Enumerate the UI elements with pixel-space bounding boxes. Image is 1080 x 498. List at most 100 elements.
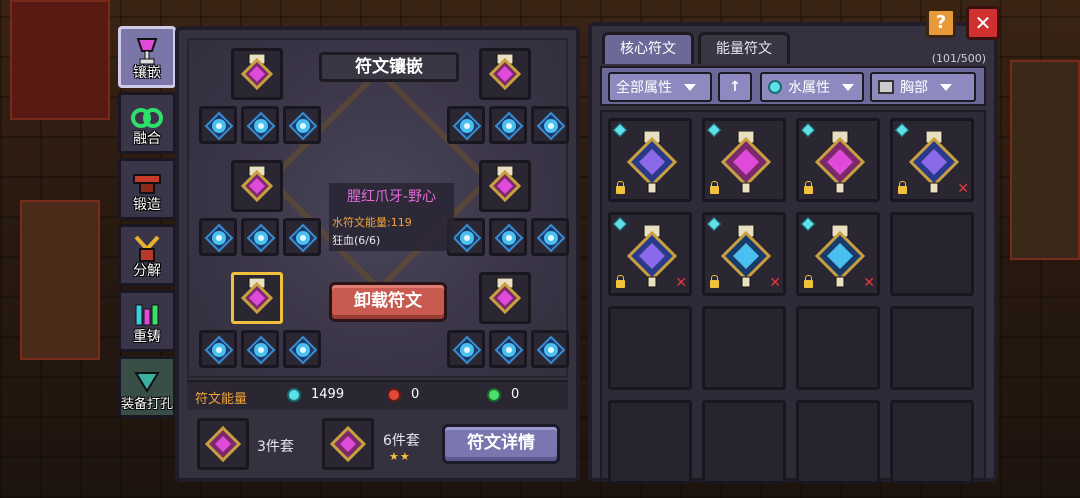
background-decor (1010, 60, 1080, 260)
tab-core-runes[interactable]: 核心符文 (602, 32, 694, 64)
fire-energy: 0 (387, 387, 419, 402)
purple-rune-icon (204, 425, 242, 463)
empty-rune-slot[interactable] (890, 400, 974, 484)
core-socket[interactable] (231, 48, 283, 100)
energy-socket[interactable] (489, 218, 527, 256)
energy-socket[interactable] (531, 218, 569, 256)
energy-socket[interactable] (489, 106, 527, 144)
energy-socket[interactable] (241, 218, 279, 256)
energy-socket[interactable] (283, 218, 321, 256)
core-socket[interactable] (231, 160, 283, 212)
set-slot[interactable] (322, 418, 374, 470)
background-decor (20, 200, 100, 360)
tab-fuse[interactable]: 融合 (118, 92, 176, 154)
attribute-filter-label: 全部属性 (616, 80, 672, 96)
core-socket[interactable] (479, 160, 531, 212)
rune-item[interactable] (796, 118, 880, 202)
inventory-count: (101/500) (931, 52, 986, 65)
rune-inventory-panel: 核心符文 能量符文 (101/500) 全部属性 ↑ 水属性 胸部 ✕ ✕ ✕ ✕ (588, 22, 998, 484)
energy-socket[interactable] (283, 106, 321, 144)
energy-socket[interactable] (199, 106, 237, 144)
tab-recast[interactable]: 重铸 (118, 290, 176, 352)
purple-rune-icon (488, 166, 522, 203)
energy-socket[interactable] (531, 106, 569, 144)
set-3-label: 3件套 (257, 439, 294, 455)
core-socket[interactable] (479, 48, 531, 100)
sort-button[interactable]: ↑ (718, 72, 752, 102)
unload-rune-button[interactable]: 卸载符文 (329, 282, 447, 322)
nature-gem-icon (487, 387, 501, 402)
energy-socket[interactable] (447, 330, 485, 368)
remove-icon[interactable]: ✕ (957, 181, 969, 197)
tab-label: 重铸 (133, 329, 161, 345)
inlay-panel: 符文镶嵌 腥红爪牙-野心 水符文能量:119 狂血(6/6) 卸载符文 符文能量… (175, 26, 580, 482)
rune-detail-button[interactable]: 符文详情 (442, 424, 560, 464)
side-tabs: 镶嵌 融合 锻造 分解 重铸 装备打孔 (118, 26, 180, 422)
set-slot[interactable] (197, 418, 249, 470)
empty-rune-slot[interactable] (890, 212, 974, 296)
background-decor (10, 0, 110, 120)
tab-inlay[interactable]: 镶嵌 (118, 26, 176, 88)
core-rune-icon (814, 225, 866, 288)
filter-bar: 全部属性 ↑ 水属性 胸部 (600, 66, 986, 106)
lock-icon (710, 181, 719, 194)
empty-rune-slot[interactable] (796, 306, 880, 390)
core-rune-icon (720, 225, 772, 288)
remove-icon[interactable]: ✕ (863, 275, 875, 291)
chevron-down-icon (684, 83, 696, 91)
tab-decompose[interactable]: 分解 (118, 224, 176, 286)
close-button[interactable]: ✕ (966, 6, 1000, 40)
empty-rune-slot[interactable] (702, 306, 786, 390)
nature-energy-value: 0 (511, 387, 520, 402)
star-rating: ★★ (389, 450, 411, 463)
rune-item[interactable] (702, 118, 786, 202)
energy-socket[interactable] (283, 330, 321, 368)
core-socket[interactable] (479, 272, 531, 324)
empty-rune-slot[interactable] (796, 400, 880, 484)
rune-item[interactable]: ✕ (796, 212, 880, 296)
energy-socket[interactable] (489, 330, 527, 368)
blue-rune-icon (204, 335, 234, 365)
energy-socket[interactable] (447, 106, 485, 144)
attribute-filter[interactable]: 全部属性 (608, 72, 712, 102)
tab-label: 锻造 (133, 197, 161, 213)
energy-socket[interactable] (199, 218, 237, 256)
empty-rune-slot[interactable] (608, 306, 692, 390)
water-energy-value: 1499 (311, 387, 345, 402)
help-button[interactable]: ? (926, 8, 956, 38)
empty-rune-slot[interactable] (890, 306, 974, 390)
purple-rune-icon (488, 278, 522, 315)
core-socket-selected[interactable] (231, 272, 283, 324)
slot-filter[interactable]: 胸部 (870, 72, 976, 102)
empty-rune-slot[interactable] (702, 400, 786, 484)
core-rune-icon (626, 225, 678, 288)
tab-forge[interactable]: 锻造 (118, 158, 176, 220)
blue-rune-icon (536, 223, 566, 253)
core-rune-icon (908, 131, 960, 194)
energy-socket[interactable] (531, 330, 569, 368)
energy-socket[interactable] (241, 330, 279, 368)
tab-energy-runes[interactable]: 能量符文 (698, 32, 790, 64)
purple-rune-icon (240, 278, 274, 315)
blue-rune-icon (536, 111, 566, 141)
remove-icon[interactable]: ✕ (675, 275, 687, 291)
rune-item[interactable] (608, 118, 692, 202)
tab-punch[interactable]: 装备打孔 (118, 356, 176, 418)
energy-label: 符文能量 (195, 392, 248, 407)
socket-area: 符文镶嵌 腥红爪牙-野心 水符文能量:119 狂血(6/6) 卸载符文 (187, 38, 569, 378)
lock-icon (898, 181, 907, 194)
remove-icon[interactable]: ✕ (769, 275, 781, 291)
energy-socket[interactable] (241, 106, 279, 144)
rune-item[interactable]: ✕ (890, 118, 974, 202)
blue-rune-icon (452, 223, 482, 253)
energy-socket[interactable] (199, 330, 237, 368)
inventory-tabs: 核心符文 能量符文 (602, 32, 790, 64)
slot-filter-label: 胸部 (900, 80, 928, 96)
element-filter[interactable]: 水属性 (760, 72, 864, 102)
blue-rune-icon (452, 335, 482, 365)
empty-rune-slot[interactable] (608, 400, 692, 484)
energy-bar: 符文能量 1499 0 0 (187, 380, 568, 410)
rune-item[interactable]: ✕ (608, 212, 692, 296)
rune-item[interactable]: ✕ (702, 212, 786, 296)
set-6-label: 6件套 (383, 433, 420, 449)
